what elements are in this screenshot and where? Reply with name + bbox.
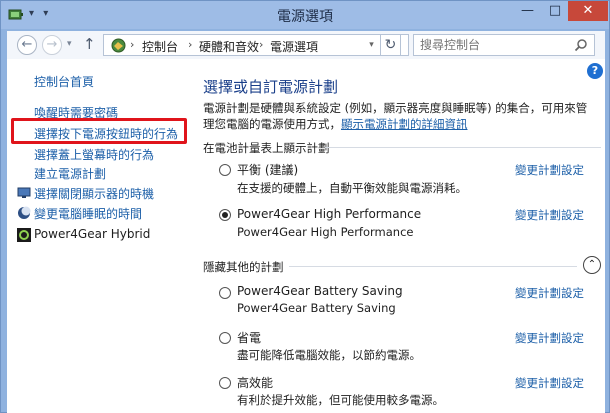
breadcrumb-power-options[interactable]: 電源選項: [270, 38, 318, 55]
display-icon: [17, 187, 31, 198]
change-plan-settings-link[interactable]: 變更計劃設定: [515, 162, 584, 178]
minimize-button[interactable]: —: [514, 1, 541, 21]
section-divider: [289, 266, 577, 267]
breadcrumb-separator: ›: [188, 38, 193, 51]
breadcrumb-separator: ›: [130, 38, 135, 51]
plan-name-p4g-high-performance[interactable]: Power4Gear High Performance: [237, 207, 421, 221]
change-plan-settings-link[interactable]: 變更計劃設定: [515, 375, 584, 391]
plan-radio-high-performance[interactable]: [219, 377, 231, 389]
page-title: 選擇或自訂電源計劃: [203, 78, 339, 96]
plan-name-high-performance[interactable]: 高效能: [237, 374, 273, 391]
plan-name-power-saver[interactable]: 省電: [237, 329, 261, 346]
sidebar-item-home[interactable]: 控制台首頁: [34, 73, 94, 90]
change-plan-settings-link[interactable]: 變更計劃設定: [515, 285, 584, 301]
change-plan-settings-link[interactable]: 變更計劃設定: [515, 207, 584, 223]
plan-desc-p4g-battery-saving: Power4Gear Battery Saving: [237, 301, 396, 315]
sidebar-item-power4gear-hybrid[interactable]: Power4Gear Hybrid: [34, 227, 150, 241]
refresh-button[interactable]: ↻: [381, 34, 401, 56]
address-bar: ← → ▾ ↑ › 控制台 › 硬體和音效 › 電源選項 ▾ ↻: [7, 31, 605, 59]
plan-desc-power-saver: 盡可能降低電腦效能，以節約電源。: [237, 348, 421, 362]
recent-locations-dropdown-icon[interactable]: ▾: [67, 39, 72, 49]
close-button[interactable]: ✕: [568, 1, 608, 21]
collapse-button[interactable]: ⌃: [583, 256, 601, 274]
plan-radio-balanced[interactable]: [219, 164, 231, 176]
power4gear-icon: [17, 228, 31, 242]
plan-radio-p4g-battery-saving[interactable]: [219, 287, 231, 299]
moon-icon: [18, 206, 31, 219]
content-area: 控制台首頁 喚醒時需要密碼 選擇按下電源按鈕時的行為 選擇蓋上螢幕時的行為 建立…: [7, 59, 605, 413]
search-box: [413, 34, 595, 56]
sidebar-item-power-button[interactable]: 選擇按下電源按鈕時的行為: [34, 125, 178, 142]
breadcrumb-control-panel[interactable]: 控制台: [142, 38, 178, 55]
plan-name-p4g-battery-saving[interactable]: Power4Gear Battery Saving: [237, 284, 403, 298]
title-bar: ▾ ▾ 電源選項 — □ ✕: [1, 1, 609, 29]
sidebar-item-sleep-time[interactable]: 變更電腦睡眠的時間: [34, 205, 142, 222]
section-hidden-plans: 隱藏其他的計劃: [203, 260, 284, 274]
control-panel-icon: [111, 38, 126, 53]
plan-desc-p4g-high-performance: Power4Gear High Performance: [237, 225, 414, 239]
back-button[interactable]: ←: [17, 35, 37, 55]
page-description: 電源計劃是硬體與系統設定 (例如，顯示器亮度與睡眠等) 的集合，可用來管理您電腦…: [203, 100, 593, 132]
breadcrumb-separator: ›: [259, 38, 264, 51]
sidebar-item-create-plan[interactable]: 建立電源計劃: [34, 165, 106, 182]
forward-button[interactable]: →: [42, 35, 62, 55]
plan-radio-p4g-high-performance[interactable]: [219, 209, 231, 221]
breadcrumb-hardware-sound[interactable]: 硬體和音效: [199, 38, 259, 55]
sidebar-item-display-off[interactable]: 選擇關閉顯示器的時機: [34, 185, 154, 202]
change-plan-settings-link[interactable]: 變更計劃設定: [515, 330, 584, 346]
plan-desc-balanced: 在支援的硬體上，自動平衡效能與電源消耗。: [237, 181, 467, 195]
section-divider: [325, 147, 601, 148]
main-panel: 選擇或自訂電源計劃 電源計劃是硬體與系統設定 (例如，顯示器亮度與睡眠等) 的集…: [203, 59, 603, 413]
maximize-button[interactable]: □: [542, 1, 568, 21]
search-input[interactable]: [420, 37, 568, 53]
plan-details-link[interactable]: 顯示電源計劃的詳細資訊: [341, 117, 468, 131]
sidebar: 控制台首頁 喚醒時需要密碼 選擇按下電源按鈕時的行為 選擇蓋上螢幕時的行為 建立…: [7, 59, 197, 413]
power-options-window: ▾ ▾ 電源選項 — □ ✕ ← → ▾ ↑ › 控制台 › 硬體和音效 › 電…: [0, 0, 610, 413]
plan-radio-power-saver[interactable]: [219, 332, 231, 344]
plan-desc-high-performance: 有利於提升效能，但可能使用較多電源。: [237, 393, 444, 407]
section-battery-meter-plans: 在電池計量表上顯示計劃: [203, 141, 330, 155]
up-arrow-icon[interactable]: ↑: [83, 35, 96, 53]
address-dropdown-button[interactable]: ▾: [363, 34, 381, 56]
search-icon[interactable]: [574, 38, 588, 52]
sidebar-item-lid-close[interactable]: 選擇蓋上螢幕時的行為: [34, 146, 154, 163]
plan-name-balanced[interactable]: 平衡 (建議): [237, 161, 298, 178]
